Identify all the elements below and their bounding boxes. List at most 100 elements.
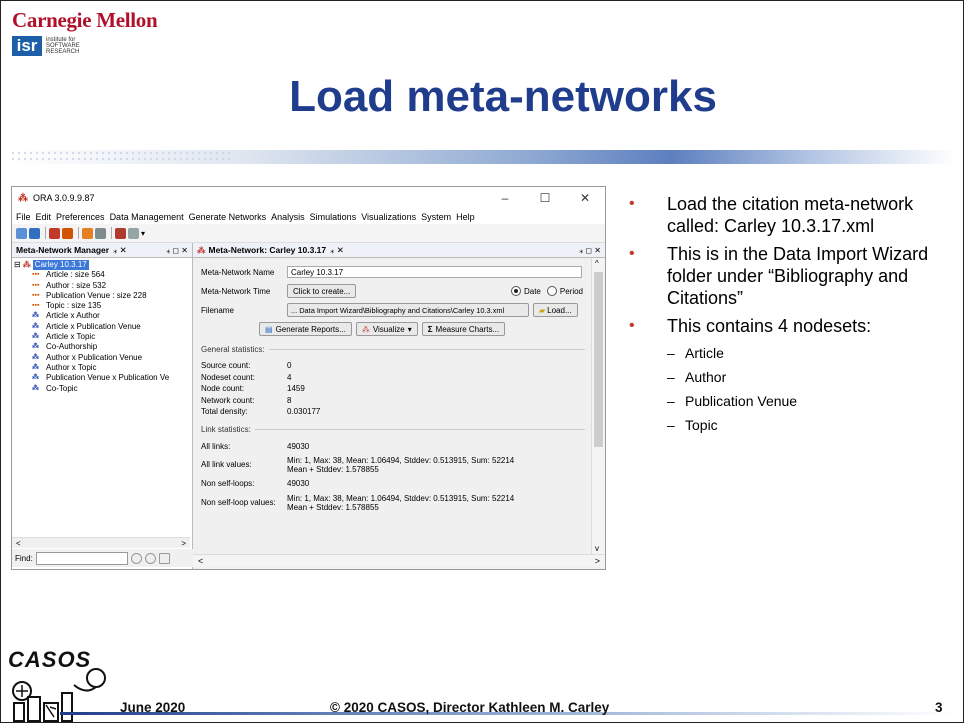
network-icon[interactable] [115, 227, 126, 239]
network-alt-icon[interactable] [128, 227, 139, 239]
bullet-item: This contains 4 nodesets: Article Author… [625, 315, 955, 435]
meta-network-icon: ⁂ [197, 244, 206, 255]
stat-label: Non self-loop values: [201, 498, 276, 507]
tree-horizontal-scrollbar[interactable]: < > [12, 537, 190, 548]
meta-network-editor-panel: ⁂ Meta-Network: Carley 10.3.17 ⁎ ✕ ⁎ ◻ ✕… [193, 243, 605, 569]
measure-charts-button[interactable]: Σ Measure Charts... [421, 322, 506, 336]
bullet-text: This is in the Data Import Wizard folder… [667, 244, 929, 308]
radio-unselected-icon [546, 286, 557, 296]
close-button[interactable]: ✕ [565, 187, 605, 209]
menu-simulations[interactable]: Simulations [310, 212, 357, 222]
isr-logo: isr institute for SOFTWARE RESEARCH [12, 36, 80, 56]
mn-name-field[interactable]: Carley 10.3.17 [287, 266, 582, 278]
minimize-button[interactable]: – [485, 187, 525, 209]
cmu-logo: Carnegie Mellon [12, 8, 158, 32]
tab-controls[interactable]: ⁎ ✕ [113, 245, 127, 256]
people-icon[interactable] [82, 227, 93, 239]
details-horizontal-scrollbar[interactable]: < > [193, 554, 605, 567]
stat-row: All link values: Min: 1, Max: 38, Mean: 1… [201, 454, 591, 476]
radio-selected-icon [510, 286, 521, 296]
ora-window: ⁂ ORA 3.0.9.9.87 – ☐ ✕ File Edit Prefere… [11, 186, 606, 570]
tree-node[interactable]: ⁂ Article x Author [14, 311, 192, 321]
tree-root[interactable]: ⊟ ⁂ Carley 10.3.17 [14, 260, 192, 271]
menu-edit[interactable]: Edit [36, 212, 52, 222]
tree-node[interactable]: ⁂ Author x Publication Venue [14, 353, 192, 363]
tree-node[interactable]: ⁂ Author x Topic [14, 363, 192, 373]
meta-network-manager-tab[interactable]: Meta-Network Manager ⁎ ✕ ⁎ ◻ ✕ [12, 243, 192, 258]
meta-network-icon[interactable] [49, 227, 60, 239]
toolbar-dropdown-icon[interactable]: ▾ [141, 229, 145, 238]
general-statistics: Source count: 0 Nodeset count: 4 Node coun… [201, 360, 591, 418]
scroll-left-icon[interactable]: < [198, 556, 203, 566]
scroll-up-icon[interactable]: ^ [595, 259, 599, 268]
nodeset-icon: ▪▪▪ [32, 271, 40, 279]
visualize-button[interactable]: ⁂ Visualize ▾ [355, 322, 418, 336]
menu-visualizations[interactable]: Visualizations [361, 212, 416, 222]
tree-node[interactable]: ⁂ Article x Publication Venue [14, 322, 192, 332]
meta-network-alt-icon[interactable] [62, 227, 73, 239]
stat-label: Network count: [201, 395, 255, 405]
period-radio[interactable]: Period [546, 286, 583, 296]
date-radio[interactable]: Date [510, 286, 541, 296]
sub-bullet-item: Author [667, 367, 955, 387]
scroll-thumb[interactable] [594, 272, 603, 447]
tree-node[interactable]: ▪▪▪ Publication Venue : size 228 [14, 291, 192, 301]
maximize-button[interactable]: ☐ [525, 187, 565, 209]
menu-analysis[interactable]: Analysis [271, 212, 305, 222]
tree-node[interactable]: ⁂ Publication Venue x Publication Ve [14, 373, 192, 383]
tab-controls[interactable]: ⁎ ✕ [330, 245, 344, 256]
menu-help[interactable]: Help [456, 212, 475, 222]
details-vertical-scrollbar[interactable]: ^ v [591, 258, 605, 554]
tree-node[interactable]: ⁂ Co-Topic [14, 384, 192, 394]
casos-logo-text: CASOS [8, 647, 91, 672]
general-statistics-header: General statistics: [201, 343, 591, 355]
tree-node-label: Article : size 564 [46, 270, 105, 280]
scroll-right-icon[interactable]: > [595, 556, 600, 566]
panel-controls[interactable]: ⁎ ◻ ✕ [579, 246, 601, 255]
scroll-right-icon[interactable]: > [181, 539, 186, 548]
stat-value-line: Mean + Stddev: 1.578855 [287, 502, 379, 512]
collapse-icon[interactable]: ⊟ [14, 260, 21, 270]
toolbar-separator [45, 227, 46, 239]
menu-file[interactable]: File [16, 212, 31, 222]
tree-node[interactable]: ▪▪▪ Author : size 532 [14, 281, 192, 291]
menu-preferences[interactable]: Preferences [56, 212, 105, 222]
tree-node-label: Co-Topic [46, 383, 78, 393]
menu-data-management[interactable]: Data Management [110, 212, 184, 222]
stat-label: Source count: [201, 361, 251, 371]
panel-controls[interactable]: ⁎ ◻ ✕ [166, 246, 188, 255]
find-options-icon[interactable] [158, 552, 170, 564]
footer-date: June 2020 [120, 700, 186, 715]
filename-field[interactable]: ... Data Import Wizard\Bibliography and … [287, 303, 529, 317]
find-next-icon[interactable] [144, 552, 156, 564]
mn-name-label: Meta-Network Name [201, 267, 275, 277]
stat-row: Node count: 1459 [201, 383, 591, 395]
load-button-label: Load... [547, 305, 572, 315]
open-icon[interactable] [16, 227, 27, 239]
stat-label: Total density: [201, 407, 248, 417]
click-to-create-button[interactable]: Click to create... [287, 284, 357, 298]
scroll-down-icon[interactable]: v [595, 544, 599, 553]
tree-node[interactable]: ▪▪▪ Article : size 564 [14, 270, 192, 280]
sigma-icon: Σ [427, 324, 433, 334]
find-previous-icon[interactable] [130, 552, 142, 564]
find-input[interactable] [35, 551, 128, 565]
menu-system[interactable]: System [421, 212, 451, 222]
tree-root-label: Carley 10.3.17 [32, 260, 89, 271]
people-alt-icon[interactable] [95, 227, 106, 239]
scroll-left-icon[interactable]: < [16, 539, 21, 548]
link-statistics-header: Link statistics: [201, 424, 591, 436]
generate-reports-button[interactable]: ▤ Generate Reports... [259, 322, 352, 336]
tree-node-label: Author : size 532 [46, 280, 107, 290]
stat-row: Total density: 0.030177 [201, 406, 591, 418]
tree-node[interactable]: ⁂ Co-Authorship [14, 342, 192, 352]
tree-node[interactable]: ⁂ Article x Topic [14, 332, 192, 342]
meta-network-editor-tab[interactable]: ⁂ Meta-Network: Carley 10.3.17 ⁎ ✕ ⁎ ◻ ✕ [193, 243, 605, 258]
stat-label: All links: [201, 442, 231, 451]
tree-node[interactable]: ▪▪▪ Topic : size 135 [14, 301, 192, 311]
menu-bar: File Edit Preferences Data Management Ge… [12, 209, 605, 224]
save-icon[interactable] [29, 227, 40, 239]
menu-generate-networks[interactable]: Generate Networks [189, 212, 267, 222]
load-button[interactable]: ▰ Load... [533, 303, 578, 317]
tree-node-label: Article x Topic [46, 332, 96, 342]
